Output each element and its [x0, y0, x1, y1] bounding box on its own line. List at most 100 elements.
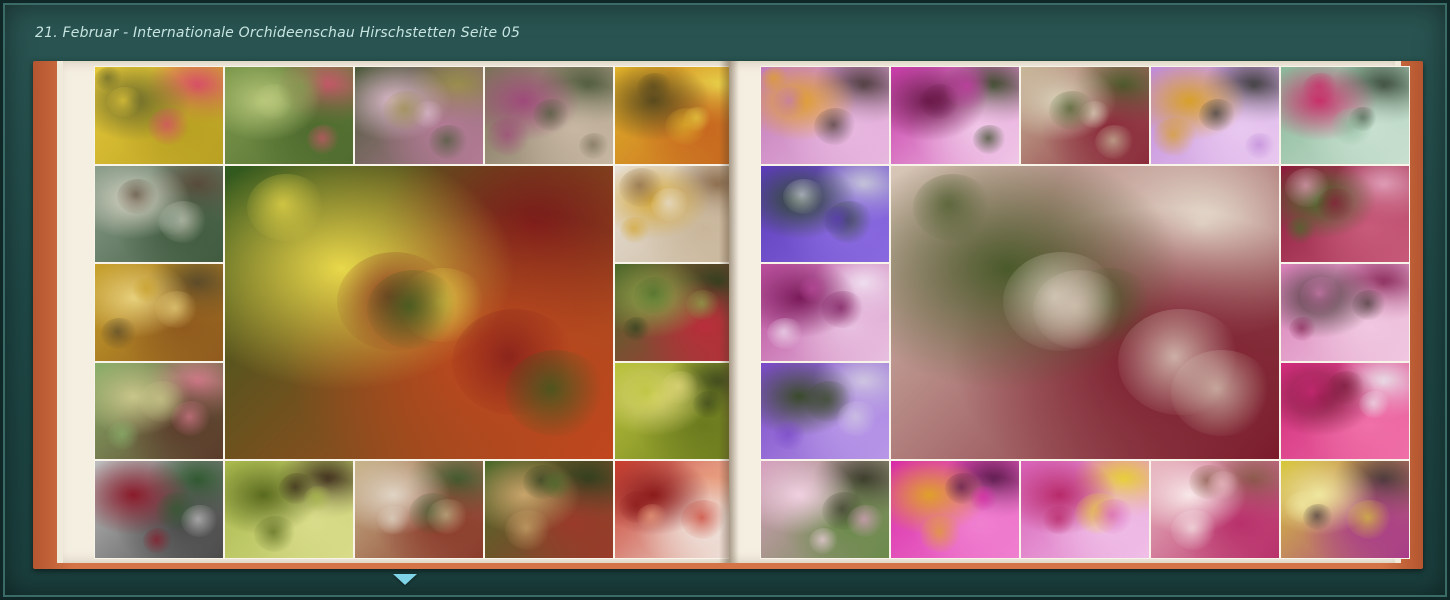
photo-veined-pitcher-plant[interactable]: [1020, 66, 1150, 165]
blossom-shape: [799, 276, 829, 302]
blossom-shape: [623, 317, 651, 341]
blossom-shape: [377, 505, 411, 535]
blossom-shape: [429, 124, 469, 159]
photo-orchid-bark-display[interactable]: [94, 361, 224, 460]
blossom-shape: [1171, 510, 1218, 550]
blossom-shape: [1033, 270, 1126, 350]
blossom-shape: [505, 510, 552, 550]
blossom-shape: [1331, 108, 1375, 146]
blossom-shape: [625, 374, 672, 414]
photo-pitcher-plants-red[interactable]: [1280, 164, 1410, 263]
blossom-shape: [155, 291, 199, 329]
blossom-shape: [651, 188, 690, 222]
left-page-edge: [57, 61, 63, 563]
photo-cymbidium-spotted-large[interactable]: [890, 164, 1280, 460]
blossom-shape: [665, 108, 709, 146]
blossom-shape: [107, 421, 141, 450]
blossom-shape: [814, 108, 857, 145]
blossom-shape: [156, 205, 191, 236]
blossom-shape: [107, 86, 143, 118]
blossom-shape: [383, 90, 430, 131]
blossom-shape: [767, 318, 804, 350]
blossom-shape: [773, 86, 809, 118]
blossom-shape: [1289, 317, 1317, 341]
blossom-shape: [487, 118, 532, 157]
blossom-shape: [821, 291, 865, 329]
blossom-shape: [541, 470, 574, 499]
blossom-shape: [1207, 470, 1240, 499]
photo-owl-figurine[interactable]: [94, 460, 224, 559]
blossom-shape: [1352, 290, 1387, 320]
page-title: 21. Februar - Internationale Orchideensc…: [35, 25, 521, 41]
blossom-shape: [367, 270, 460, 350]
blossom-shape: [171, 401, 212, 436]
photo-lilac-cattleya[interactable]: [760, 66, 890, 165]
blossom-shape: [822, 205, 857, 236]
photo-blue-vanda[interactable]: [760, 164, 890, 263]
photo-pitcher-plants-green[interactable]: [224, 66, 354, 165]
blossom-shape: [427, 498, 469, 535]
photo-yellow-paphiopedilum[interactable]: [94, 263, 224, 362]
right-page[interactable]: [729, 61, 1410, 563]
photo-pink-cattleya-ruffled[interactable]: [1020, 460, 1150, 559]
blossom-shape: [913, 174, 992, 242]
blossom-shape: [1153, 118, 1198, 157]
photo-magenta-phalaenopsis[interactable]: [1280, 361, 1410, 460]
blossom-shape: [973, 125, 1007, 154]
photo-magenta-spotted-phal[interactable]: [890, 66, 1020, 165]
blossom-shape: [1291, 374, 1338, 414]
book-spine: [719, 61, 739, 563]
photo-magenta-cattleya[interactable]: [890, 460, 1020, 559]
blossom-shape: [1049, 90, 1096, 131]
blossom-shape: [1347, 500, 1393, 540]
blossom-shape: [1043, 505, 1077, 535]
blossom-shape: [773, 421, 807, 450]
photo-lavender-cattleya[interactable]: [1150, 66, 1280, 165]
blossom-shape: [1199, 98, 1237, 131]
photo-exhibition-stand[interactable]: [354, 460, 484, 559]
photo-yellow-purple-phal[interactable]: [1280, 460, 1410, 559]
photo-yellow-phalaenopsis[interactable]: [94, 66, 224, 165]
photo-slipper-orchid-spotted[interactable]: [354, 66, 484, 165]
blossom-shape: [304, 486, 333, 511]
blossom-shape: [133, 276, 163, 302]
blossom-shape: [279, 67, 328, 109]
blossom-shape: [1286, 217, 1317, 244]
blossom-shape: [1303, 72, 1339, 104]
triangle-down-icon[interactable]: [393, 574, 417, 585]
blossom-shape: [148, 108, 191, 145]
photo-book: [33, 61, 1423, 569]
blossom-shape: [637, 504, 668, 531]
photo-greenhouse-fountain[interactable]: [94, 164, 224, 263]
photo-bromeliad-rosette[interactable]: [1280, 66, 1410, 165]
blossom-shape: [637, 72, 673, 104]
left-page[interactable]: [57, 61, 744, 563]
blossom-shape: [847, 505, 885, 538]
photo-peach-spotted-phal[interactable]: [1150, 460, 1280, 559]
blossom-shape: [181, 505, 219, 538]
photo-pink-patterned-phal[interactable]: [760, 263, 890, 362]
blossom-shape: [1171, 349, 1273, 437]
blossom-shape: [117, 178, 159, 215]
photo-pink-phal-spray[interactable]: [1280, 263, 1410, 362]
blossom-shape: [247, 174, 326, 242]
blossom-shape: [970, 486, 999, 511]
photo-green-slipper-bloom[interactable]: [224, 460, 354, 559]
photo-purple-vanda-cluster[interactable]: [760, 361, 890, 460]
photo-orchid-display-branches[interactable]: [484, 66, 614, 165]
blossom-shape: [1359, 391, 1391, 419]
blossom-shape: [837, 401, 878, 436]
blossom-shape: [143, 528, 173, 554]
blossom-shape: [634, 277, 677, 314]
photo-nepenthes-hanging[interactable]: [484, 460, 614, 559]
blossom-shape: [505, 349, 607, 437]
blossom-shape: [1093, 498, 1135, 535]
blossom-shape: [101, 318, 138, 350]
photo-paphiopedilum-large[interactable]: [224, 164, 614, 460]
blossom-shape: [1317, 188, 1356, 222]
blossom-shape: [620, 217, 651, 244]
blossom-shape: [1303, 504, 1334, 531]
blossom-shape: [1300, 277, 1343, 314]
blossom-shape: [945, 67, 994, 109]
photo-pink-dendrobium[interactable]: [760, 460, 890, 559]
